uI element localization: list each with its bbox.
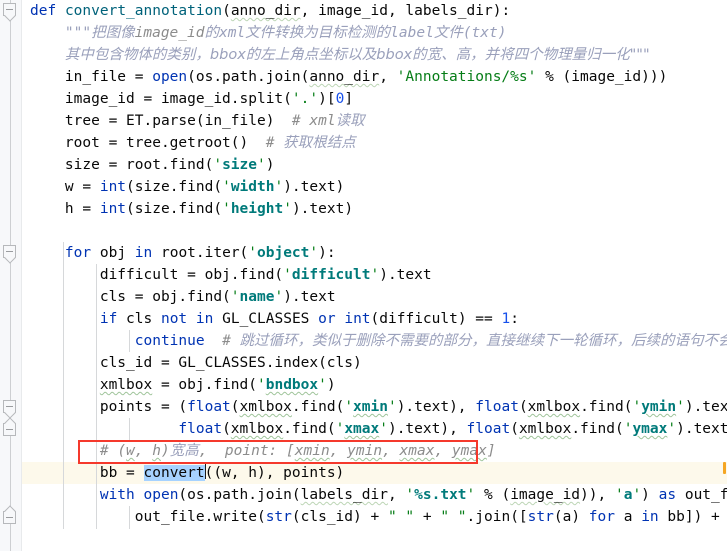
editor-gutter[interactable] (0, 0, 22, 551)
code-line[interactable]: w = int(size.find('width').text) (22, 176, 344, 198)
fold-marker-points-tuple[interactable] (3, 400, 18, 419)
code-line[interactable] (22, 220, 39, 242)
code-line[interactable]: cls = obj.find('name').text (22, 286, 336, 308)
scrollbar-marker[interactable] (723, 462, 726, 474)
fold-mask (4, 408, 15, 412)
code-line[interactable]: 其中包含物体的类别，bbox的左上角点坐标以及bbox的宽、高，并将四个物理量归… (22, 44, 650, 66)
code-line[interactable]: tree = ET.parse(in_file) # xml读取 (22, 110, 365, 132)
fold-minus-icon (6, 9, 13, 10)
gutter-rail (10, 0, 11, 551)
code-line[interactable]: h = int(size.find('height').text) (22, 198, 353, 220)
fold-minus-icon (6, 251, 13, 252)
code-line[interactable]: cls_id = GL_CLASSES.index(cls) (22, 352, 362, 374)
fold-mask (4, 512, 15, 516)
fold-mask (4, 253, 15, 257)
fold-mask (4, 424, 15, 428)
fold-marker-function-def[interactable] (3, 3, 18, 22)
selected-token[interactable]: convert (143, 465, 205, 481)
code-line[interactable]: for obj in root.iter('object'): (22, 242, 336, 264)
code-line[interactable]: size = root.find('size') (22, 154, 275, 176)
code-line-current[interactable]: bb = convert((w, h), points) (22, 462, 344, 484)
code-line[interactable]: def convert_annotation(anno_dir, image_i… (22, 0, 510, 22)
code-line[interactable]: float(xmlbox.find('xmax').text), float(x… (22, 418, 727, 440)
fold-marker-for-loop[interactable] (3, 245, 18, 264)
fold-minus-icon (6, 517, 13, 518)
text-caret (204, 464, 206, 479)
fold-marker-with-block[interactable] (3, 505, 18, 526)
code-line[interactable]: out_file.write(str(cls_id) + " " + " ".j… (22, 506, 727, 528)
code-line-annotated[interactable]: # (w, h)宽高, point: [xmin, ymin, xmax, ym… (22, 440, 496, 462)
code-line[interactable]: difficult = obj.find('difficult').text (22, 264, 432, 286)
code-line[interactable]: in_file = open(os.path.join(anno_dir, 'A… (22, 66, 667, 88)
code-line[interactable]: points = (float(xmlbox.find('xmin').text… (22, 396, 727, 418)
fold-minus-icon (6, 406, 13, 407)
code-line[interactable]: """把图像image_id的xml文件转换为目标检测的label文件(txt) (22, 22, 507, 44)
code-line[interactable]: if cls not in GL_CLASSES or int(difficul… (22, 308, 519, 330)
code-editor[interactable]: def convert_annotation(anno_dir, image_i… (0, 0, 727, 551)
code-line[interactable]: continue # 跳过循环，类似于删除不需要的部分，直接继续下一轮循环，后续… (22, 330, 727, 352)
code-line[interactable]: with open(os.path.join(labels_dir, '%s.t… (22, 484, 727, 506)
fold-mask (4, 11, 15, 15)
code-line[interactable]: root = tree.getroot() # 获取根结点 (22, 132, 356, 154)
fold-marker-points-end[interactable] (3, 417, 18, 438)
code-line[interactable]: image_id = image_id.split('.')[0] (22, 88, 353, 110)
code-line[interactable]: xmlbox = obj.find('bndbox') (22, 374, 336, 396)
code-surface[interactable]: def convert_annotation(anno_dir, image_i… (22, 0, 727, 551)
fold-minus-icon (6, 429, 13, 430)
